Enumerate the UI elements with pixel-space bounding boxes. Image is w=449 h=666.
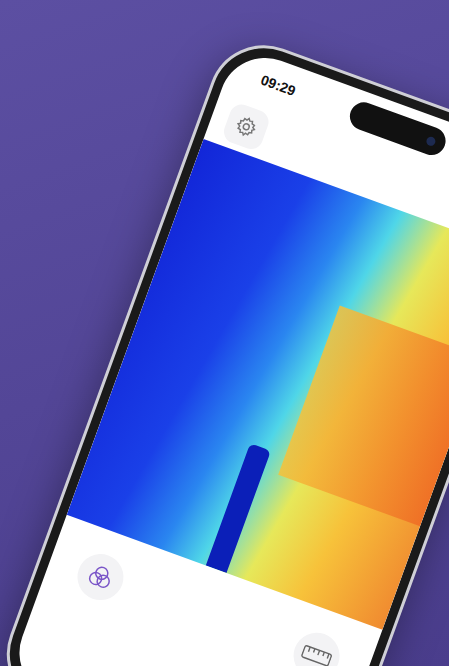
- depth-object: [206, 443, 271, 573]
- overlay-button[interactable]: [71, 548, 130, 607]
- circles-icon: [84, 560, 117, 593]
- dynamic-island: [346, 98, 449, 159]
- settings-button[interactable]: [221, 101, 272, 152]
- depth-map-view: [67, 139, 449, 630]
- gear-icon: [232, 113, 260, 141]
- promo-background: 09:29: [0, 0, 449, 666]
- phone-screen: 09:29: [7, 45, 449, 666]
- ruler-icon: [300, 643, 334, 666]
- measure-button[interactable]: [287, 626, 346, 666]
- depth-near-region: [278, 305, 449, 526]
- status-time: 09:29: [259, 72, 298, 99]
- camera-icon: [425, 135, 437, 147]
- phone-frame: 09:29: [0, 30, 449, 666]
